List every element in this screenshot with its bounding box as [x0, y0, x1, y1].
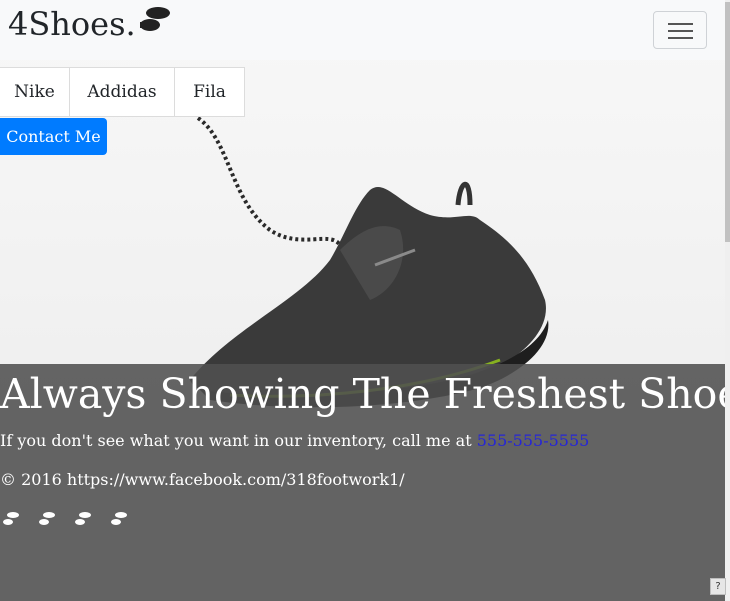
- brand-name: 4Shoes.: [8, 5, 136, 43]
- brand-link[interactable]: 4Shoes.: [8, 4, 174, 44]
- hero-headline: Always Showing The Freshest Shoes: [0, 370, 730, 418]
- contact-me-button[interactable]: Contact Me: [0, 118, 107, 155]
- phone-link[interactable]: 555-555-5555: [477, 431, 590, 450]
- footprints-row: [2, 510, 128, 528]
- footprints-icon: [38, 510, 56, 528]
- subline-text: If you don't see what you want in our in…: [0, 431, 477, 450]
- hero-caption: Always Showing The Freshest Shoes If you…: [0, 364, 730, 601]
- brand-tabs: Nike Addidas Fila: [0, 67, 245, 117]
- footprints-icon: [110, 510, 128, 528]
- navbar-toggler-button[interactable]: [653, 11, 707, 49]
- help-icon[interactable]: ?: [710, 578, 726, 595]
- hero-subline: If you don't see what you want in our in…: [0, 431, 589, 450]
- footprints-icon: [138, 4, 174, 44]
- page-scrollbar[interactable]: [725, 0, 730, 601]
- tab-nike[interactable]: Nike: [0, 68, 70, 116]
- hamburger-icon-bar: [668, 37, 693, 39]
- hamburger-icon: [668, 23, 693, 25]
- tab-addidas[interactable]: Addidas: [70, 68, 175, 116]
- navbar: 4Shoes.: [0, 0, 725, 60]
- footer-copyright: © 2016 https://www.facebook.com/318footw…: [0, 470, 405, 489]
- scrollbar-thumb[interactable]: [725, 2, 730, 242]
- tab-fila[interactable]: Fila: [175, 68, 244, 116]
- footprints-icon: [74, 510, 92, 528]
- footprints-icon: [2, 510, 20, 528]
- hamburger-icon-bar: [668, 30, 693, 32]
